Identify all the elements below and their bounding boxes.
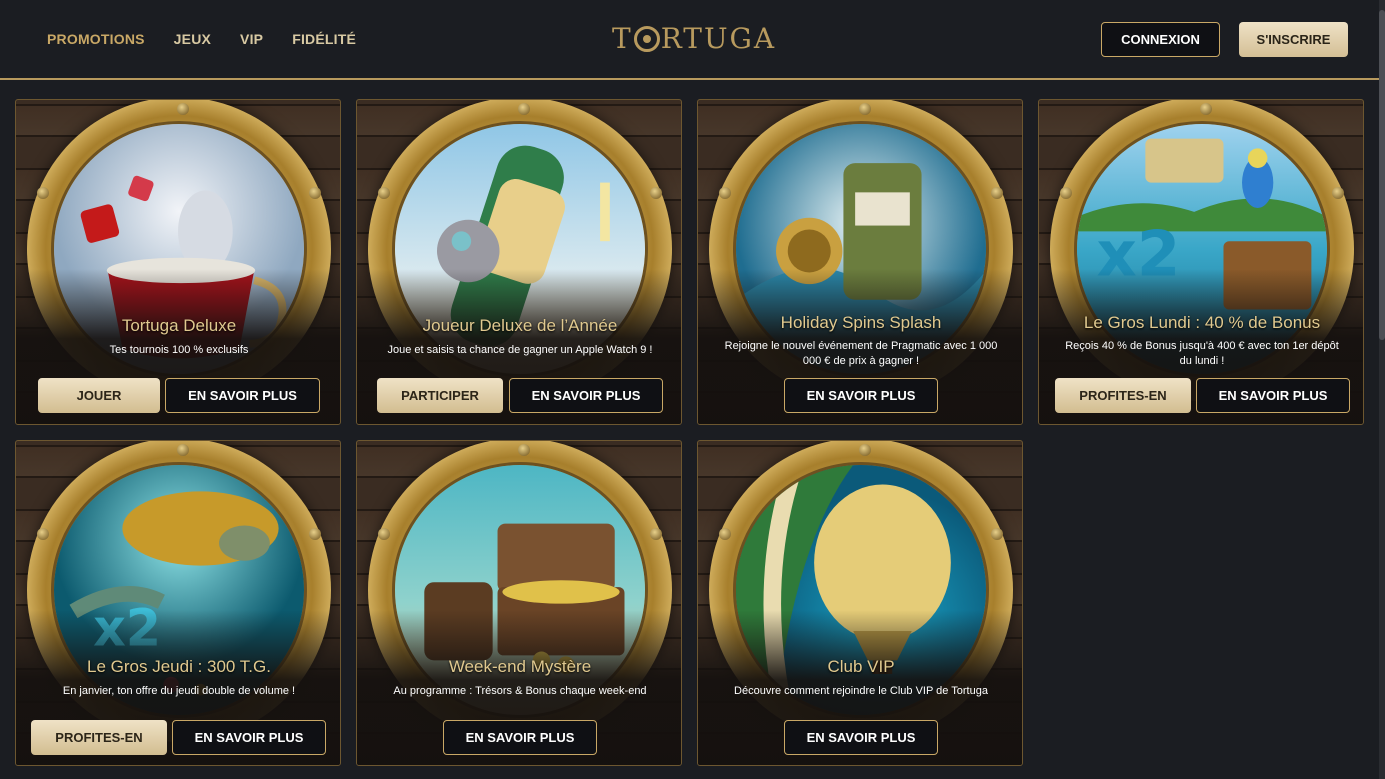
bolt-icon (309, 187, 321, 199)
bolt-icon (37, 187, 49, 199)
bolt-icon (177, 444, 189, 456)
promo-card: x2 Le Gros Lundi : 40 % de Bonus Reçois … (1038, 99, 1364, 425)
learn-more-button[interactable]: EN SAVOIR PLUS (172, 720, 326, 755)
site-header: PROMOTIONS JEUX VIP FIDÉLITÉ T RTUGA CON… (0, 0, 1385, 80)
promo-card: x2 Le Gros Jeudi : 300 T.G. En janvier, … (15, 440, 341, 766)
bolt-icon (309, 528, 321, 540)
bolt-icon (1332, 187, 1344, 199)
bolt-icon (991, 528, 1003, 540)
learn-more-button[interactable]: EN SAVOIR PLUS (784, 720, 938, 755)
bolt-icon (1060, 187, 1072, 199)
card-title: Joueur Deluxe de l’Année (422, 316, 618, 335)
nav-jeux[interactable]: JEUX (174, 31, 211, 47)
card-description: Tes tournois 100 % exclusifs (109, 344, 249, 356)
promo-card: Holiday Spins Splash Rejoigne le nouvel … (697, 99, 1023, 425)
promo-image-sea-turtle: x2 (51, 462, 307, 718)
promo-card: Tortuga Deluxe Tes tournois 100 % exclus… (15, 99, 341, 425)
bolt-icon (518, 444, 530, 456)
bolt-icon (719, 528, 731, 540)
play-button[interactable]: JOUER (38, 378, 160, 413)
card-title: Le Gros Lundi : 40 % de Bonus (1083, 313, 1321, 332)
card-description: Joue et saisis ta chance de gagner un Ap… (387, 344, 653, 356)
bolt-icon (378, 187, 390, 199)
bolt-icon (37, 528, 49, 540)
card-title: Le Gros Jeudi : 300 T.G. (87, 657, 271, 676)
promo-card: Club VIP Découvre comment rejoindre le C… (697, 440, 1023, 766)
svg-text:x2: x2 (1097, 217, 1181, 290)
promo-image-treasure-chest (392, 462, 648, 718)
login-button[interactable]: CONNEXION (1101, 22, 1220, 57)
profit-button[interactable]: PROFITES-EN (1055, 378, 1191, 413)
card-description: Reçois 40 % de Bonus jusqu'à 400 € avec … (1065, 340, 1339, 367)
tortuga-logo[interactable]: T RTUGA (612, 22, 776, 55)
logo-text-right: RTUGA (660, 22, 777, 55)
learn-more-button[interactable]: EN SAVOIR PLUS (165, 378, 320, 413)
page-scrollbar-thumb[interactable] (1379, 10, 1385, 340)
promo-image-hot-air-balloon (733, 462, 989, 718)
card-description: Découvre comment rejoindre le Club VIP d… (734, 685, 988, 697)
bolt-icon (650, 528, 662, 540)
learn-more-button[interactable]: EN SAVOIR PLUS (443, 720, 597, 755)
main-nav: PROMOTIONS JEUX VIP FIDÉLITÉ (47, 31, 385, 47)
promo-card: Week-end Mystère Au programme : Trésors … (356, 440, 682, 766)
bolt-icon (518, 103, 530, 115)
bolt-icon (991, 187, 1003, 199)
signup-button[interactable]: S'INSCRIRE (1239, 22, 1348, 57)
card-title: Tortuga Deluxe (121, 316, 237, 335)
bolt-icon (650, 187, 662, 199)
card-description: Rejoigne le nouvel événement de Pragmati… (724, 340, 998, 367)
card-description: Au programme : Trésors & Bonus chaque we… (393, 685, 647, 697)
promo-card: Joueur Deluxe de l’Année Joue et saisis … (356, 99, 682, 425)
nav-promotions[interactable]: PROMOTIONS (47, 31, 145, 47)
promo-image-teacup (51, 121, 307, 377)
svg-text:x2: x2 (93, 599, 161, 658)
card-description: En janvier, ton offre du jeudi double de… (62, 685, 296, 697)
profit-button[interactable]: PROFITES-EN (31, 720, 167, 755)
card-title: Week-end Mystère (448, 657, 592, 676)
logo-text-left: T (612, 22, 633, 55)
participate-button[interactable]: PARTICIPER (377, 378, 503, 413)
learn-more-button[interactable]: EN SAVOIR PLUS (1196, 378, 1350, 413)
bolt-icon (859, 103, 871, 115)
bolt-icon (378, 528, 390, 540)
nav-vip[interactable]: VIP (240, 31, 263, 47)
bolt-icon (1200, 103, 1212, 115)
bolt-icon (177, 103, 189, 115)
promo-image-smartwatch (392, 121, 648, 377)
card-title: Club VIP (827, 657, 895, 676)
learn-more-button[interactable]: EN SAVOIR PLUS (509, 378, 663, 413)
nav-fidelite[interactable]: FIDÉLITÉ (292, 31, 356, 47)
bolt-icon (719, 187, 731, 199)
bolt-icon (859, 444, 871, 456)
logo-wheel-icon (633, 25, 660, 52)
card-title: Holiday Spins Splash (780, 313, 942, 332)
learn-more-button[interactable]: EN SAVOIR PLUS (784, 378, 938, 413)
